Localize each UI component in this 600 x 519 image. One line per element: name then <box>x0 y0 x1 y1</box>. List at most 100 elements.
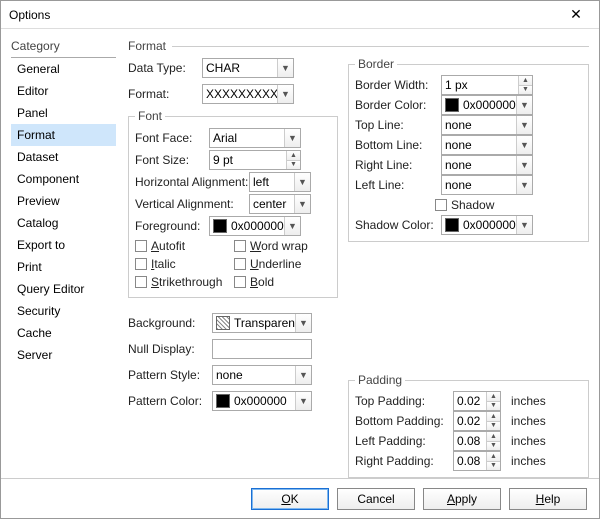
format-section-label: Format <box>128 39 166 53</box>
window-title: Options <box>9 8 561 22</box>
font-face-combo[interactable]: Arial▼ <box>209 128 301 148</box>
shadow-checkbox[interactable]: Shadow <box>435 198 494 212</box>
italic-checkbox[interactable]: Italic <box>135 257 232 271</box>
unit-label: inches <box>511 434 546 448</box>
sidebar-item-panel[interactable]: Panel <box>11 102 116 124</box>
dialog-footer: OK Cancel Apply Help <box>1 478 599 518</box>
ok-button[interactable]: OK <box>251 488 329 510</box>
font-group: Font Font Face: Arial▼ Font Size: 9 pt▲▼… <box>128 109 338 298</box>
chevron-down-icon: ▼ <box>294 173 310 191</box>
font-legend: Font <box>135 109 165 123</box>
valign-combo[interactable]: center▼ <box>249 194 311 214</box>
pattern-color-combo[interactable]: 0x000000▼ <box>212 391 312 411</box>
chevron-down-icon: ▼ <box>516 136 532 154</box>
bottom-padding-label: Bottom Padding: <box>355 414 447 428</box>
font-size-label: Font Size: <box>135 153 205 167</box>
right-padding-spinner[interactable]: 0.08▲▼ <box>453 451 501 471</box>
titlebar: Options ✕ <box>1 1 599 29</box>
sidebar-item-server[interactable]: Server <box>11 344 116 366</box>
background-combo[interactable]: Transparent▼ <box>212 313 312 333</box>
close-icon[interactable]: ✕ <box>561 6 591 23</box>
color-swatch <box>216 316 230 330</box>
shadow-color-combo[interactable]: 0x000000▼ <box>441 215 533 235</box>
border-width-spinner[interactable]: 1 px▲▼ <box>441 75 533 95</box>
shadow-color-label: Shadow Color: <box>355 218 435 232</box>
sidebar-item-print[interactable]: Print <box>11 256 116 278</box>
left-padding-label: Left Padding: <box>355 434 447 448</box>
chevron-down-icon: ▼ <box>516 176 532 194</box>
bold-checkbox[interactable]: Bold <box>234 275 331 289</box>
pattern-style-label: Pattern Style: <box>128 368 208 382</box>
nulldisplay-input[interactable] <box>212 339 312 359</box>
chevron-down-icon: ▼ <box>516 216 532 234</box>
pattern-style-combo[interactable]: none▼ <box>212 365 312 385</box>
color-swatch <box>216 394 230 408</box>
border-width-label: Border Width: <box>355 78 435 92</box>
options-dialog: Options ✕ Category GeneralEditorPanelFor… <box>0 0 600 519</box>
left-padding-spinner[interactable]: 0.08▲▼ <box>453 431 501 451</box>
border-group: Border Border Width: 1 px▲▼ Border Color… <box>348 57 589 242</box>
unit-label: inches <box>511 454 546 468</box>
chevron-down-icon: ▼ <box>294 195 310 213</box>
sidebar-item-editor[interactable]: Editor <box>11 80 116 102</box>
help-button[interactable]: Help <box>509 488 587 510</box>
format-combo[interactable]: XXXXXXXXX...▼ <box>202 84 294 104</box>
wordwrap-checkbox[interactable]: Word wrap <box>234 239 331 253</box>
bottom-line-combo[interactable]: none▼ <box>441 135 533 155</box>
color-swatch <box>445 98 459 112</box>
bottom-line-label: Bottom Line: <box>355 138 435 152</box>
chevron-down-icon: ▼ <box>516 96 532 114</box>
data-type-label: Data Type: <box>128 61 198 75</box>
border-color-label: Border Color: <box>355 98 435 112</box>
border-legend: Border <box>355 57 397 71</box>
sidebar-item-component[interactable]: Component <box>11 168 116 190</box>
chevron-down-icon: ▼ <box>516 156 532 174</box>
top-padding-spinner[interactable]: 0.02▲▼ <box>453 391 501 411</box>
apply-button[interactable]: Apply <box>423 488 501 510</box>
chevron-down-icon: ▼ <box>295 314 311 332</box>
autofit-checkbox[interactable]: Autofit <box>135 239 232 253</box>
chevron-down-icon: ▼ <box>295 366 311 384</box>
foreground-combo[interactable]: 0x000000▼ <box>209 216 301 236</box>
bottom-padding-spinner[interactable]: 0.02▲▼ <box>453 411 501 431</box>
chevron-down-icon: ▼ <box>295 392 311 410</box>
left-line-combo[interactable]: none▼ <box>441 175 533 195</box>
chevron-down-icon: ▼ <box>284 217 300 235</box>
chevron-down-icon: ▼ <box>516 116 532 134</box>
data-type-combo[interactable]: CHAR▼ <box>202 58 294 78</box>
sidebar-item-catalog[interactable]: Catalog <box>11 212 116 234</box>
strikethrough-checkbox[interactable]: Strikethrough <box>135 275 232 289</box>
right-line-combo[interactable]: none▼ <box>441 155 533 175</box>
sidebar-item-query-editor[interactable]: Query Editor <box>11 278 116 300</box>
font-size-spinner[interactable]: 9 pt▲▼ <box>209 150 301 170</box>
chevron-down-icon: ▼ <box>277 85 293 103</box>
pattern-color-label: Pattern Color: <box>128 394 208 408</box>
font-face-label: Font Face: <box>135 131 205 145</box>
color-swatch <box>445 218 459 232</box>
chevron-down-icon: ▼ <box>284 129 300 147</box>
unit-label: inches <box>511 394 546 408</box>
background-label: Background: <box>128 316 208 330</box>
cancel-button[interactable]: Cancel <box>337 488 415 510</box>
halign-combo[interactable]: left▼ <box>249 172 311 192</box>
sidebar-item-dataset[interactable]: Dataset <box>11 146 116 168</box>
chevron-down-icon: ▼ <box>277 59 293 77</box>
padding-group: Padding Top Padding: 0.02▲▼ inches Botto… <box>348 373 589 478</box>
sidebar-item-preview[interactable]: Preview <box>11 190 116 212</box>
sidebar-item-general[interactable]: General <box>11 58 116 80</box>
top-line-combo[interactable]: none▼ <box>441 115 533 135</box>
nulldisplay-label: Null Display: <box>128 342 208 356</box>
underline-checkbox[interactable]: Underline <box>234 257 331 271</box>
sidebar-item-cache[interactable]: Cache <box>11 322 116 344</box>
sidebar-item-security[interactable]: Security <box>11 300 116 322</box>
valign-label: Vertical Alignment: <box>135 197 245 211</box>
border-color-combo[interactable]: 0x000000▼ <box>441 95 533 115</box>
right-padding-label: Right Padding: <box>355 454 447 468</box>
unit-label: inches <box>511 414 546 428</box>
halign-label: Horizontal Alignment: <box>135 175 245 189</box>
top-line-label: Top Line: <box>355 118 435 132</box>
sidebar-item-format[interactable]: Format <box>11 124 116 146</box>
sidebar-item-export-to[interactable]: Export to <box>11 234 116 256</box>
foreground-label: Foreground: <box>135 219 205 233</box>
left-line-label: Left Line: <box>355 178 435 192</box>
